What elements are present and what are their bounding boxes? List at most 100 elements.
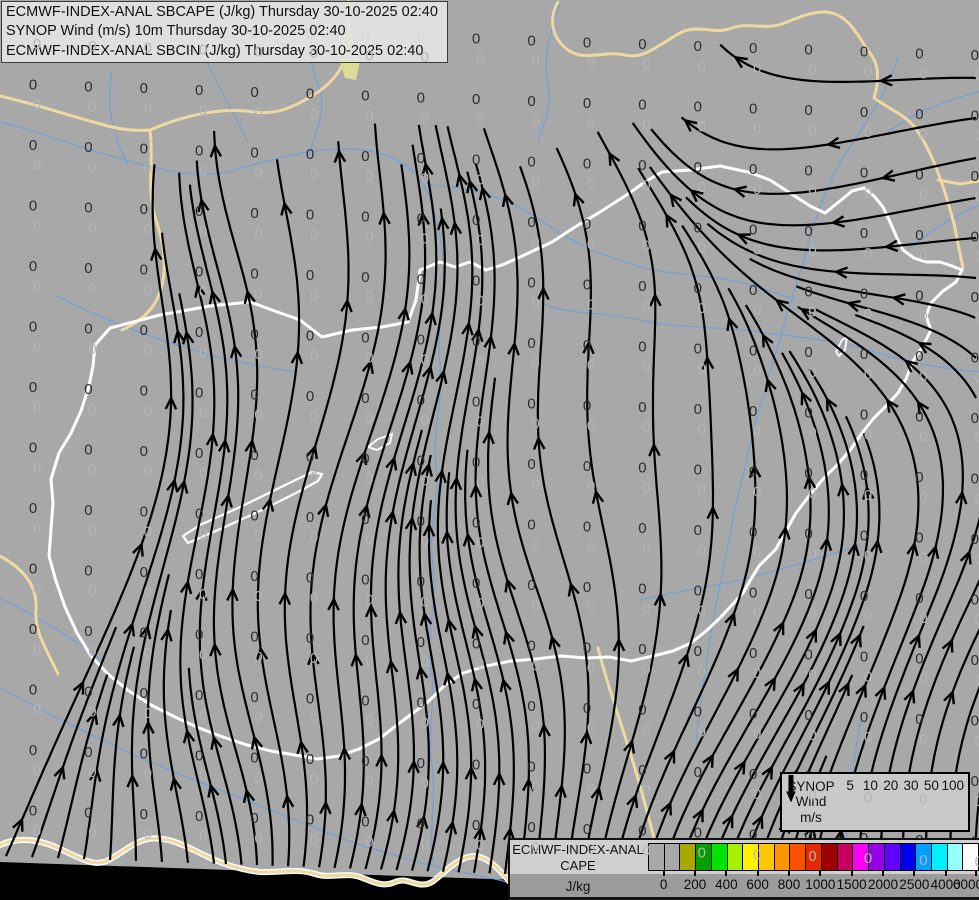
sbcape-value: 0 <box>749 463 757 480</box>
sbcape-value: 0 <box>915 469 923 486</box>
sbcape-value: 0 <box>472 817 480 834</box>
sbcape-value: 0 <box>29 621 37 638</box>
title-wind: SYNOP Wind (m/s) 10m Thursday 30-10-2025… <box>6 23 346 40</box>
wind-speed-value: 5 <box>846 778 854 793</box>
cape-swatch <box>711 844 728 870</box>
wind-speed-scale: 5 10 20 30 50 100 <box>786 774 968 830</box>
sbcape-value: 0 <box>638 97 646 114</box>
sbcape-value: 0 <box>195 687 203 704</box>
sbcape-value: 0 <box>638 278 646 295</box>
sbcape-value: 0 <box>804 284 812 301</box>
sbcape-value: 0 <box>527 33 535 50</box>
sbcape-value: 0 <box>527 577 535 594</box>
sbcape-value: 0 <box>860 407 868 424</box>
sbcape-value: 0 <box>583 639 591 656</box>
sbcape-value: 0 <box>361 451 369 468</box>
wind-speed-item: 100 <box>786 775 964 829</box>
sbcape-value: 0 <box>860 44 868 61</box>
sbcape-value: 0 <box>749 705 757 722</box>
sbcape-value: 0 <box>306 267 314 284</box>
wind-speed-value: 50 <box>923 778 939 793</box>
sbcape-value: 0 <box>29 440 37 457</box>
sbcape-value: 0 <box>29 803 37 820</box>
sbcape-value: 0 <box>195 627 203 644</box>
cape-swatch <box>649 844 665 870</box>
sbcape-value: 0 <box>417 89 425 106</box>
wind-speed-item: 10 <box>786 775 880 829</box>
sbcape-value: 0 <box>694 462 702 479</box>
sbcape-value: 0 <box>195 748 203 765</box>
sbcape-value: 0 <box>860 709 868 726</box>
cape-scale-ticks: 0200400600800100015002000250040006000 <box>648 870 979 898</box>
cape-tick-label: 2000 <box>867 877 899 892</box>
cape-tick-label: 2500 <box>899 877 930 892</box>
cape-swatch <box>884 844 901 870</box>
cape-swatch <box>869 844 885 870</box>
country-border <box>551 0 965 270</box>
sbcape-value: 0 <box>971 229 979 246</box>
sbcape-value: 0 <box>638 339 646 356</box>
sbcape-value: 0 <box>915 529 923 546</box>
sbcape-value: 0 <box>140 383 148 400</box>
sbcape-value: 0 <box>250 205 258 222</box>
sbcape-value: 0 <box>29 137 37 154</box>
sbcape-value: 0 <box>583 700 591 717</box>
sbcape-value: 0 <box>583 579 591 596</box>
sbcape-value: 0 <box>472 515 480 532</box>
sbcape-value: 0 <box>583 821 591 838</box>
cape-swatch <box>790 844 807 870</box>
sbcape-value: 0 <box>527 456 535 473</box>
sbcape-value: 0 <box>472 454 480 471</box>
cape-tick-mark <box>694 870 696 876</box>
sbcape-value: 0 <box>915 650 923 667</box>
sbcape-value: 0 <box>417 694 425 711</box>
sbcape-value: 0 <box>971 289 979 306</box>
sbcape-value: 0 <box>361 269 369 286</box>
sbcape-value: 0 <box>583 458 591 475</box>
sbcape-value: 0 <box>804 707 812 724</box>
sbcape-value: 0 <box>29 198 37 215</box>
sbcape-value: 0 <box>84 804 92 821</box>
sbcape-value: 0 <box>250 810 258 827</box>
sbcape-value: 0 <box>417 331 425 348</box>
cape-swatch <box>727 844 744 870</box>
sbcape-value: 0 <box>361 814 369 831</box>
sbcape-value: 0 <box>29 500 37 517</box>
wind-speed-item: 20 <box>786 775 901 829</box>
map-title-box: ECMWF-INDEX-ANAL SBCAPE (J/kg) Thursday … <box>1 1 448 63</box>
sbcape-value: 0 <box>140 564 148 581</box>
sbcape-value: 0 <box>583 155 591 172</box>
sbcape-value: 0 <box>583 337 591 354</box>
sbcape-value: 0 <box>527 638 535 655</box>
sbcape-value: 0 <box>971 47 979 64</box>
wind-speed-item: 30 <box>786 775 921 829</box>
sbcape-value: 0 <box>361 88 369 105</box>
cape-swatch <box>680 844 697 870</box>
sbcape-value: 0 <box>84 683 92 700</box>
sbcape-value: 0 <box>195 566 203 583</box>
sbcape-value: 0 <box>29 742 37 759</box>
sbcape-value: 0 <box>29 258 37 275</box>
sbcape-value: 0 <box>140 685 148 702</box>
sbcape-value: 0 <box>195 264 203 281</box>
sbcape-value: 0 <box>417 452 425 469</box>
sbcape-value: 0 <box>417 392 425 409</box>
cape-swatch <box>743 844 760 870</box>
sbcape-value: 0 <box>361 572 369 589</box>
sbcape-value: 0 <box>860 467 868 484</box>
sbcape-value: 0 <box>638 762 646 779</box>
sbcape-value: 0 <box>417 755 425 772</box>
cape-tick-label: 1500 <box>836 877 867 892</box>
cape-swatch <box>696 844 712 870</box>
sbcape-value: 0 <box>250 628 258 645</box>
sbcape-value: 0 <box>638 218 646 235</box>
sbcape-value: 0 <box>306 328 314 345</box>
streamline <box>30 626 118 858</box>
sbcape-value: 0 <box>860 104 868 121</box>
sbcape-value: 0 <box>915 166 923 183</box>
sbcape-value: 0 <box>527 396 535 413</box>
sbcape-value: 0 <box>140 322 148 339</box>
cape-tick-label: 800 <box>777 877 801 892</box>
sbcape-value: 0 <box>361 209 369 226</box>
streamline <box>719 43 977 83</box>
